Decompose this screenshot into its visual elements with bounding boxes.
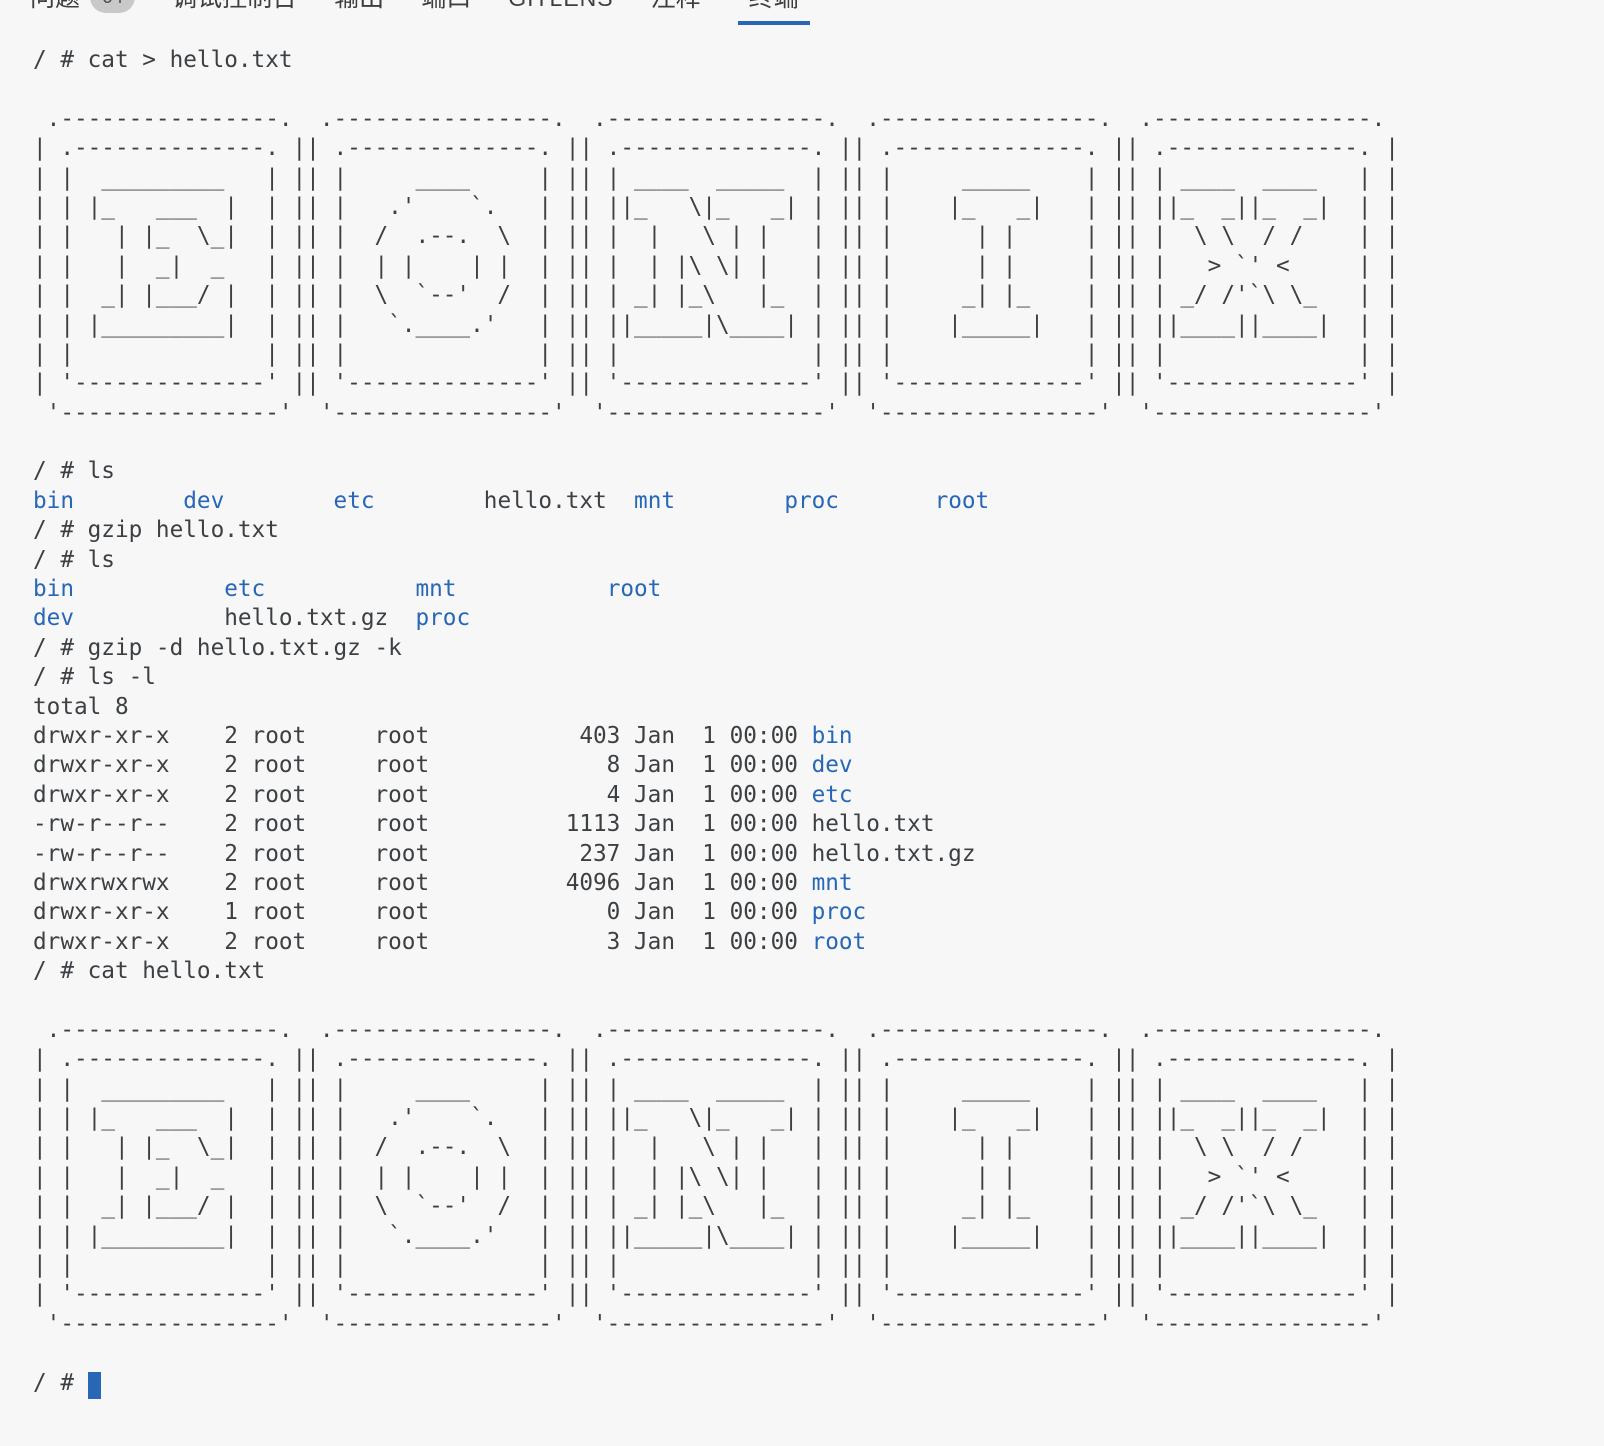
terminal-line: / # ls <box>33 546 1604 575</box>
tab-ports-label: 端口 <box>421 0 471 13</box>
terminal-line: bin dev etc hello.txt mnt proc root <box>33 487 1604 516</box>
directory-name: mnt <box>415 576 456 602</box>
directory-name: dev <box>183 488 224 514</box>
tab-problems[interactable]: 问题 64 <box>30 0 135 24</box>
tab-gitlens-label: GITLENS <box>508 0 613 14</box>
terminal-line: | | _| |___/ | | || | \ `--' / | || | _|… <box>33 1192 1604 1221</box>
directory-name: proc <box>415 605 470 631</box>
directory-name: root <box>812 929 867 955</box>
terminal-line: | '--------------' || '--------------' |… <box>33 369 1604 398</box>
terminal-line: / # ls <box>33 457 1604 486</box>
terminal-line: | | | |_ \_| | || | / .--. \ | || | | \ … <box>33 222 1604 251</box>
directory-name: etc <box>334 488 375 514</box>
directory-name: bin <box>33 576 74 602</box>
directory-name: etc <box>812 782 853 808</box>
problems-count-badge: 64 <box>90 0 135 13</box>
terminal-line: drwxr-xr-x 1 root root 0 Jan 1 00:00 pro… <box>33 898 1604 927</box>
terminal-line <box>33 987 1604 1016</box>
terminal-line: | | |_________| | || | `.____.' | || ||_… <box>33 311 1604 340</box>
terminal-line: / # gzip hello.txt <box>33 516 1604 545</box>
terminal-line: / # <box>33 1369 1604 1398</box>
terminal-line: drwxr-xr-x 2 root root 403 Jan 1 00:00 b… <box>33 722 1604 751</box>
terminal-line: | | _________ | || | ____ | || | ____ __… <box>33 1075 1604 1104</box>
directory-name: dev <box>33 605 74 631</box>
tab-gitlens[interactable]: GITLENS <box>508 0 613 22</box>
terminal-line: | | | |_ \_| | || | / .--. \ | || | | \ … <box>33 1133 1604 1162</box>
terminal-line: total 8 <box>33 693 1604 722</box>
terminal-line: | | |_________| | || | `.____.' | || ||_… <box>33 1222 1604 1251</box>
tab-terminal-label: 终端 <box>749 0 799 13</box>
panel-tab-bar: 问题 64 调试控制台 输出 端口 GITLENS 注释 终端 <box>30 0 810 25</box>
terminal-line: -rw-r--r-- 2 root root 1113 Jan 1 00:00 … <box>33 810 1604 839</box>
terminal-line: | | | _| _ | || | | | | | | || | | |\ \|… <box>33 1163 1604 1192</box>
tab-output[interactable]: 输出 <box>334 0 384 21</box>
terminal-line: | '--------------' || '--------------' |… <box>33 1280 1604 1309</box>
terminal-line: | .--------------. || .--------------. |… <box>33 1045 1604 1074</box>
directory-name: root <box>607 576 662 602</box>
directory-name: bin <box>33 488 74 514</box>
terminal-cursor <box>88 1372 102 1399</box>
terminal-line: .----------------. .----------------. .-… <box>33 105 1604 134</box>
tab-comments[interactable]: 注释 <box>651 0 701 21</box>
terminal-line: drwxr-xr-x 2 root root 3 Jan 1 00:00 roo… <box>33 928 1604 957</box>
directory-name: mnt <box>812 870 853 896</box>
terminal-line: / # gzip -d hello.txt.gz -k <box>33 634 1604 663</box>
directory-name: dev <box>812 752 853 778</box>
terminal-line: | | | _| _ | || | | | | | | || | | |\ \|… <box>33 252 1604 281</box>
terminal-line: | .--------------. || .--------------. |… <box>33 134 1604 163</box>
terminal-line: .----------------. .----------------. .-… <box>33 1016 1604 1045</box>
terminal-line: | | |_ ___ | | || | .' `. | || ||_ \|_ _… <box>33 1104 1604 1133</box>
terminal-line: | | | || | | || | | || | | || | | | <box>33 340 1604 369</box>
terminal-line: drwxrwxrwx 2 root root 4096 Jan 1 00:00 … <box>33 869 1604 898</box>
directory-name: proc <box>784 488 839 514</box>
directory-name: etc <box>224 576 265 602</box>
tab-debug-console[interactable]: 调试控制台 <box>172 0 297 21</box>
directory-name: mnt <box>634 488 675 514</box>
tab-debug-console-label: 调试控制台 <box>172 0 297 13</box>
directory-name: root <box>935 488 990 514</box>
terminal-line <box>33 428 1604 457</box>
tab-output-label: 输出 <box>334 0 384 13</box>
terminal-line: bin etc mnt root <box>33 575 1604 604</box>
terminal-line: '----------------' '----------------' '-… <box>33 399 1604 428</box>
terminal-line: / # cat hello.txt <box>33 957 1604 986</box>
tab-problems-label: 问题 <box>30 0 80 13</box>
terminal-line: / # cat > hello.txt <box>33 46 1604 75</box>
terminal-line <box>33 1339 1604 1368</box>
terminal-output[interactable]: / # cat > hello.txt .----------------. .… <box>0 0 1604 1446</box>
terminal-line: drwxr-xr-x 2 root root 8 Jan 1 00:00 dev <box>33 751 1604 780</box>
terminal-line: '----------------' '----------------' '-… <box>33 1310 1604 1339</box>
terminal-line: drwxr-xr-x 2 root root 4 Jan 1 00:00 etc <box>33 781 1604 810</box>
directory-name: bin <box>812 723 853 749</box>
terminal-line: / # ls -l <box>33 663 1604 692</box>
terminal-line: | | | || | | || | | || | | || | | | <box>33 1251 1604 1280</box>
terminal-line <box>33 75 1604 104</box>
terminal-line: -rw-r--r-- 2 root root 237 Jan 1 00:00 h… <box>33 840 1604 869</box>
tab-terminal[interactable]: 终端 <box>738 0 810 25</box>
terminal-line: | | _________ | || | ____ | || | ____ __… <box>33 164 1604 193</box>
tab-ports[interactable]: 端口 <box>421 0 471 21</box>
terminal-line: dev hello.txt.gz proc <box>33 604 1604 633</box>
terminal-line: | | _| |___/ | | || | \ `--' / | || | _|… <box>33 281 1604 310</box>
terminal-line: | | |_ ___ | | || | .' `. | || ||_ \|_ _… <box>33 193 1604 222</box>
directory-name: proc <box>812 899 867 925</box>
tab-comments-label: 注释 <box>651 0 701 13</box>
